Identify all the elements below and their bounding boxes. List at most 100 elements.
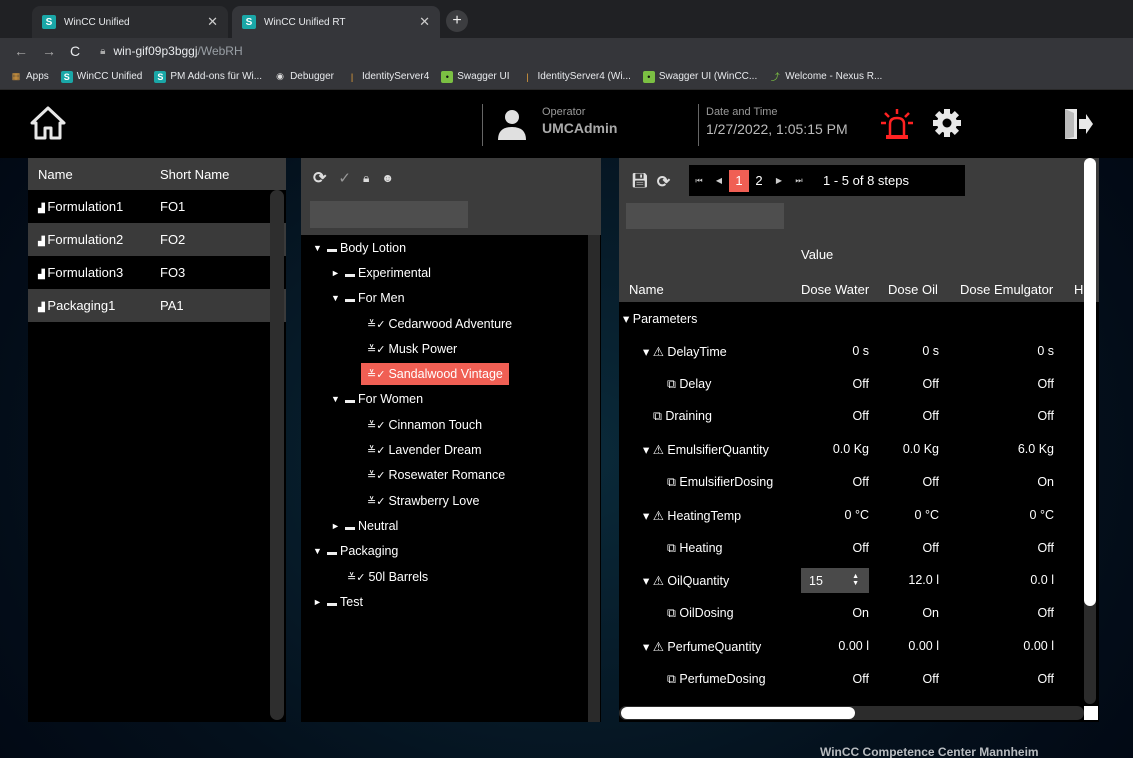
steps-horizontal-scrollbar[interactable] — [619, 706, 1084, 720]
scrollbar-thumb[interactable] — [1084, 158, 1096, 606]
steps-table-row[interactable]: ⧉ Draining Off Off Off — [619, 400, 1099, 433]
bookmarks-bar: ▦ Apps S WinCC Unified S PM Add-ons für Wi...… — [0, 64, 1133, 90]
tree-recipe-node[interactable]: ≚✓ 50l Barrels — [301, 564, 587, 589]
page-2-button[interactable]: 2 — [749, 170, 769, 192]
prev-page-icon[interactable]: ◀ — [709, 176, 729, 185]
recipe-name: Formulation2 — [47, 232, 124, 247]
last-page-icon[interactable]: ⏭ — [789, 176, 809, 186]
browser-tab-wincc-unified-rt[interactable]: S WinCC Unified RT ✕ — [232, 6, 440, 38]
parameter-name-cell: ▾ ⚠ EmulsifierQuantity — [643, 443, 769, 458]
spin-arrows-icon[interactable]: ▲ ▼ — [852, 573, 859, 587]
bookmark-item[interactable]: S WinCC Unified — [60, 70, 142, 83]
next-page-icon[interactable]: ▶ — [769, 176, 789, 185]
bookmark-item[interactable]: ▦ Apps — [10, 71, 49, 83]
bookmark-item[interactable]: • Swagger UI (WinCC... — [642, 70, 757, 83]
reload-icon[interactable]: C — [70, 43, 80, 59]
bookmark-item[interactable]: S PM Add-ons für Wi... — [154, 70, 262, 83]
tree-recipe-node[interactable]: ≚✓ Strawberry Love — [301, 488, 587, 513]
tree-recipe-node[interactable]: ≚✓ Cinnamon Touch — [301, 412, 587, 437]
recipe-row[interactable]: ▟ Formulation2 FO2 — [28, 223, 286, 256]
logout-icon[interactable] — [1062, 107, 1094, 141]
tree-folder-node[interactable]: ► ▬ Test — [301, 589, 587, 614]
tree-recipe-node[interactable]: ≚✓ Lavender Dream — [301, 437, 587, 462]
oil-quantity-stepper[interactable]: 15 ▲ ▼ — [801, 568, 869, 594]
tree-folder-node[interactable]: ► ▬ Neutral — [301, 513, 587, 538]
steps-table-row[interactable]: ⧉ OilDosing On On Off — [619, 597, 1099, 630]
recipe-row[interactable]: ▟ Packaging1 PA1 — [28, 289, 286, 322]
recipe-list-header: Name Short Name — [28, 158, 286, 190]
steps-table-row[interactable]: ⧉ Delay Off Off Off — [619, 368, 1099, 401]
browser-tab-wincc-unified[interactable]: S WinCC Unified ✕ — [32, 6, 228, 38]
tree-recipe-node[interactable]: ≚✓ Cedarwood Adventure — [301, 311, 587, 336]
scrollbar-thumb[interactable] — [621, 707, 855, 719]
url-field[interactable]: win-gif09p3bggj/WebRH — [113, 44, 242, 58]
column-header-dose-emulgator[interactable]: Dose Emulgator — [960, 282, 1053, 297]
refresh-icon[interactable]: ⟳ — [313, 168, 326, 188]
steps-table-row[interactable]: ▾ Parameters — [619, 302, 1099, 335]
home-icon[interactable] — [30, 106, 66, 140]
tree-node-text: Experimental — [358, 265, 431, 280]
steps-table-row[interactable]: ⧉ PerfumeDosing Off Off Off — [619, 663, 1099, 696]
first-page-icon[interactable]: ⏮ — [689, 176, 709, 186]
bookmark-item[interactable]: | IdentityServer4 — [346, 71, 429, 83]
new-tab-button[interactable]: + — [446, 10, 468, 32]
tree-node-text: Strawberry Love — [388, 493, 480, 508]
tree-folder-node[interactable]: ▼ ▬ For Women — [301, 387, 587, 412]
column-header-dose-oil[interactable]: Dose Oil — [888, 282, 938, 297]
tree-filter-input[interactable] — [310, 201, 468, 228]
lock-icon[interactable]: 🔒︎ — [363, 171, 369, 186]
forward-icon[interactable]: → — [42, 43, 56, 59]
bookmark-item[interactable]: ⤴ Welcome - Nexus R... — [769, 71, 883, 83]
steps-table-row[interactable]: ▾ ⚠ EmulsifierQuantity 0.0 Kg 0.0 Kg 6.0 Kg — [619, 433, 1099, 466]
steps-vertical-scrollbar[interactable] — [1084, 158, 1096, 704]
alarm-light-icon[interactable] — [880, 108, 914, 140]
tree-recipe-node[interactable]: ≚✓ Rosewater Romance — [301, 463, 587, 488]
recipe-row[interactable]: ▟ Formulation1 FO1 — [28, 190, 286, 223]
bookmark-item[interactable]: • Swagger UI — [441, 70, 510, 83]
tree-folder-node[interactable]: ▼ ▬ For Men — [301, 286, 587, 311]
back-icon[interactable]: ← — [14, 43, 28, 59]
gear-icon[interactable] — [932, 108, 962, 138]
folder-icon: ▬ — [345, 294, 355, 306]
tree-folder-node[interactable]: ▼ ▬ Body Lotion — [301, 235, 587, 260]
tree-node-text: Lavender Dream — [388, 443, 482, 458]
recipe-name-cell: ▟ Formulation2 — [28, 232, 150, 247]
tree-folder-node[interactable]: ▼ ▬ Packaging — [301, 539, 587, 564]
tree-scrollbar[interactable] — [588, 235, 600, 722]
tree-recipe-node[interactable]: ≚✓ Musk Power — [301, 336, 587, 361]
column-header-dose-water[interactable]: Dose Water — [801, 282, 869, 297]
steps-filter-input[interactable] — [626, 203, 784, 229]
swagger-icon: • — [441, 70, 454, 83]
value-cell: On — [922, 606, 939, 621]
steps-table-row[interactable]: ▾ ⚠ HeatingTemp 0 °C 0 °C 0 °C — [619, 499, 1099, 532]
page-1-button[interactable]: 1 — [729, 169, 749, 192]
column-header-name[interactable]: Name — [28, 167, 150, 182]
checkmark-icon[interactable]: ✓ — [338, 169, 351, 187]
steps-table-row[interactable]: ⧉ EmulsifierDosing Off Off On — [619, 466, 1099, 499]
close-tab-icon[interactable]: ✕ — [419, 14, 430, 30]
recipe-list-scrollbar[interactable] — [270, 190, 284, 720]
tree-node-label: ≚✓ Lavender Dream — [361, 439, 488, 461]
steps-table-row[interactable]: ▾ ⚠ PerfumeQuantity 0.00 l 0.00 l 0.00 l — [619, 630, 1099, 663]
value-cell: 0 s — [852, 343, 869, 358]
head-icon[interactable]: ☻ — [381, 171, 394, 185]
refresh-icon[interactable]: ⟳ — [657, 172, 670, 192]
folder-icon: ▬ — [345, 395, 355, 407]
tree-folder-node[interactable]: ► ▬ Experimental — [301, 260, 587, 285]
steps-table-row[interactable]: ▾ ⚠ OilQuantity 15 ▲ ▼ 12.0 l 0.0 l — [619, 564, 1099, 597]
column-header-truncated[interactable]: H — [1074, 282, 1083, 297]
steps-table-row[interactable]: ⧉ Heating Off Off Off — [619, 532, 1099, 565]
save-icon[interactable]: 💾︎ — [631, 172, 649, 192]
value-cell: 12.0 l — [908, 573, 939, 588]
tree-recipe-node[interactable]: ≚✓ Sandalwood Vintage — [301, 361, 587, 386]
browser-tabstrip: S WinCC Unified ✕ S WinCC Unified RT ✕ + — [0, 0, 1133, 38]
close-tab-icon[interactable]: ✕ — [207, 14, 218, 30]
stepper-value: 15 — [809, 573, 823, 588]
value-cell: 0 °C — [844, 507, 869, 522]
bookmark-item[interactable]: ◉ Debugger — [274, 71, 334, 83]
steps-table-row[interactable]: ▾ ⚠ DelayTime 0 s 0 s 0 s — [619, 335, 1099, 368]
recipe-row[interactable]: ▟ Formulation3 FO3 — [28, 256, 286, 289]
column-header-name[interactable]: Name — [629, 282, 664, 297]
column-header-short-name[interactable]: Short Name — [150, 167, 268, 182]
bookmark-item[interactable]: | IdentityServer4 (Wi... — [522, 71, 631, 83]
